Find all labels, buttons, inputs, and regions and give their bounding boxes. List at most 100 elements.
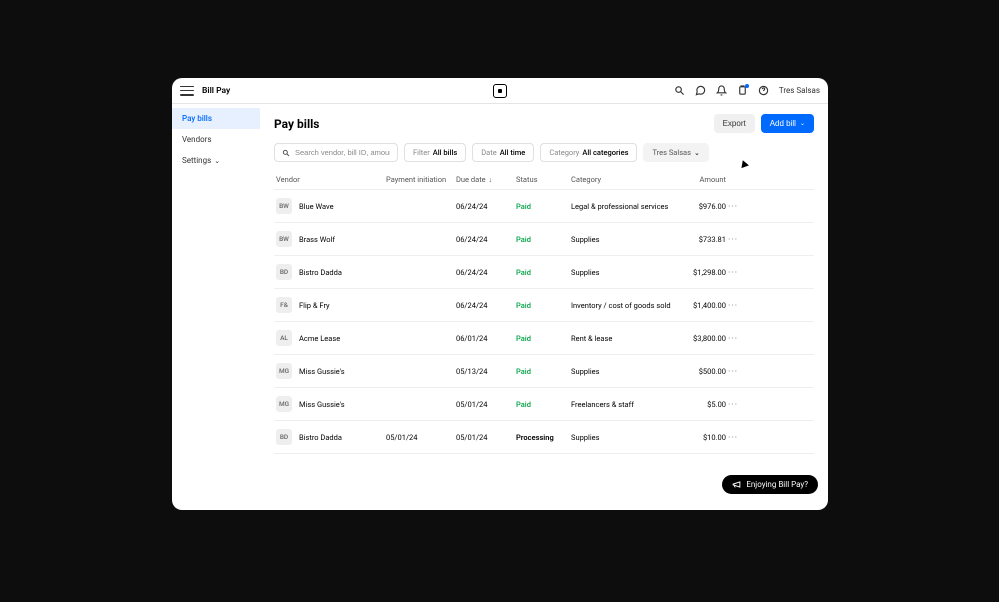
col-category[interactable]: Category (571, 175, 671, 184)
table-row[interactable]: F&Flip & Fry06/24/24PaidInventory / cost… (274, 289, 814, 322)
table-row[interactable]: MGMiss Gussie's05/01/24PaidFreelancers &… (274, 388, 814, 421)
table-row[interactable]: BWBlue Wave 06/24/24PaidLegal & professio… (274, 190, 814, 223)
table-row[interactable]: BDBistro Dadda06/24/24PaidSupplies$1,298… (274, 256, 814, 289)
search-icon (282, 149, 290, 157)
due-date-cell: 06/24/24 (456, 301, 516, 310)
titlebar: Bill Pay Tres Salsas (172, 78, 828, 104)
feedback-label: Enjoying Bill Pay? (746, 480, 808, 489)
app-window: Bill Pay Tres Salsas Pay bi (172, 78, 828, 510)
megaphone-icon (732, 480, 741, 489)
table-row[interactable]: MGMiss Gussie's05/13/24PaidSupplies$500.… (274, 355, 814, 388)
category-cell: Rent & lease (571, 334, 671, 343)
vendor-avatar: BW (276, 231, 292, 247)
sidebar-item-pay-bills[interactable]: Pay bills (172, 108, 260, 129)
help-icon[interactable] (758, 85, 769, 96)
filter-row: Filter All bills Date All time Category … (274, 143, 814, 162)
table-header-row: Vendor Payment initiation Due date ↓ Sta… (274, 170, 814, 190)
header-actions: Export Add bill ⌄ (714, 114, 814, 133)
amount-cell: $500.00 (671, 367, 726, 376)
vendor-name: Bistro Dadda (299, 433, 342, 442)
due-date-cell: 06/24/24 (456, 268, 516, 277)
category-cell: Freelancers & staff (571, 400, 671, 409)
filter-label: Filter (413, 148, 430, 157)
vendor-cell: BD Bistro Dadda (276, 264, 386, 280)
col-amount[interactable]: Amount (671, 175, 726, 184)
vendor-avatar: F& (276, 297, 292, 313)
sidebar-item-vendors[interactable]: Vendors (172, 129, 260, 150)
filter-pill-date[interactable]: Date All time (472, 143, 534, 162)
chat-icon[interactable] (695, 85, 706, 96)
sort-desc-icon: ↓ (489, 176, 493, 184)
page-title: Pay bills (274, 117, 319, 131)
category-cell: Supplies (571, 268, 671, 277)
page-header: Pay bills Export Add bill ⌄ (274, 114, 814, 133)
vendor-name: Blue Wave (299, 202, 334, 211)
sidebar-item-label: Vendors (182, 135, 212, 144)
filter-pill-bills[interactable]: Filter All bills (404, 143, 466, 162)
status-cell: Paid (516, 301, 571, 310)
merchant-name[interactable]: Tres Salsas (779, 86, 820, 95)
table-body: BWBlue Wave06/24/24PaidLegal & professio… (274, 190, 814, 454)
sidebar-item-label: Pay bills (182, 114, 212, 123)
amount-cell: $733.81 (671, 235, 726, 244)
row-more-icon[interactable]: ⋯ (726, 366, 740, 377)
row-more-icon[interactable]: ⋯ (726, 201, 740, 212)
notification-dot-icon (745, 84, 749, 88)
feedback-button[interactable]: Enjoying Bill Pay? (722, 475, 818, 494)
filter-pill-category[interactable]: Category All categories (540, 143, 637, 162)
col-status[interactable]: Status (516, 175, 571, 184)
filter-value: All bills (433, 148, 457, 157)
export-button[interactable]: Export (714, 114, 755, 133)
row-more-icon[interactable]: ⋯ (726, 399, 740, 410)
status-cell: Paid (516, 235, 571, 244)
filter-value: All categories (582, 148, 628, 157)
vendor-cell: MGMiss Gussie's (276, 396, 386, 412)
search-input[interactable] (295, 148, 390, 157)
category-cell: Legal & professional services (571, 202, 671, 211)
table-row[interactable]: BWBrass Wolf06/24/24PaidSupplies$733.81⋯ (274, 223, 814, 256)
bell-icon[interactable] (716, 85, 727, 96)
sidebar-item-settings[interactable]: Settings ⌄ (172, 150, 260, 171)
col-payment-initiation[interactable]: Payment initiation (386, 175, 456, 184)
filter-pill-location[interactable]: Tres Salsas ⌄ (643, 143, 708, 162)
vendor-name: Miss Gussie's (299, 367, 345, 376)
vendor-avatar: BD (276, 264, 292, 280)
status-cell: Paid (516, 202, 571, 211)
status-cell: Paid (516, 268, 571, 277)
col-vendor[interactable]: Vendor (276, 175, 386, 184)
row-more-icon[interactable]: ⋯ (726, 267, 740, 278)
vendor-cell: BWBlue Wave (276, 198, 386, 214)
category-cell: Supplies (571, 433, 671, 442)
category-cell: Supplies (571, 367, 671, 376)
add-bill-label: Add bill (770, 119, 796, 128)
amount-cell: $1,400.00 (671, 301, 726, 310)
row-more-icon[interactable]: ⋯ (726, 432, 740, 443)
vendor-avatar: BD (276, 429, 292, 445)
menu-icon[interactable] (180, 84, 194, 98)
vendor-name: Bistro Dadda (299, 268, 342, 277)
row-more-icon[interactable]: ⋯ (726, 300, 740, 311)
clipboard-icon[interactable] (737, 85, 748, 96)
vendor-cell: BWBrass Wolf (276, 231, 386, 247)
col-due-date-label: Due date (456, 175, 486, 184)
category-cell: Inventory / cost of goods sold (571, 301, 671, 310)
amount-cell: $3,800.00 (671, 334, 726, 343)
vendor-name: Acme Lease (299, 334, 340, 343)
row-more-icon[interactable]: ⋯ (726, 333, 740, 344)
search-wrap[interactable] (274, 143, 398, 162)
vendor-avatar: AL (276, 330, 292, 346)
col-due-date[interactable]: Due date ↓ (456, 175, 516, 184)
table-row[interactable]: ALAcme Lease06/01/24PaidRent & lease$3,8… (274, 322, 814, 355)
amount-cell: $5.00 (671, 400, 726, 409)
bills-table: Vendor Payment initiation Due date ↓ Sta… (274, 170, 814, 510)
add-bill-button[interactable]: Add bill ⌄ (761, 114, 814, 133)
search-icon[interactable] (674, 85, 685, 96)
main-content: Pay bills Export Add bill ⌄ Filter All b… (260, 104, 828, 510)
due-date-cell: 06/24/24 (456, 202, 516, 211)
filter-value: Tres Salsas (652, 148, 691, 157)
initiation-cell: 05/01/24 (386, 433, 456, 442)
row-more-icon[interactable]: ⋯ (726, 234, 740, 245)
table-row[interactable]: BDBistro Dadda05/01/2405/01/24Processing… (274, 421, 814, 454)
due-date-cell: 05/13/24 (456, 367, 516, 376)
status-cell: Paid (516, 334, 571, 343)
